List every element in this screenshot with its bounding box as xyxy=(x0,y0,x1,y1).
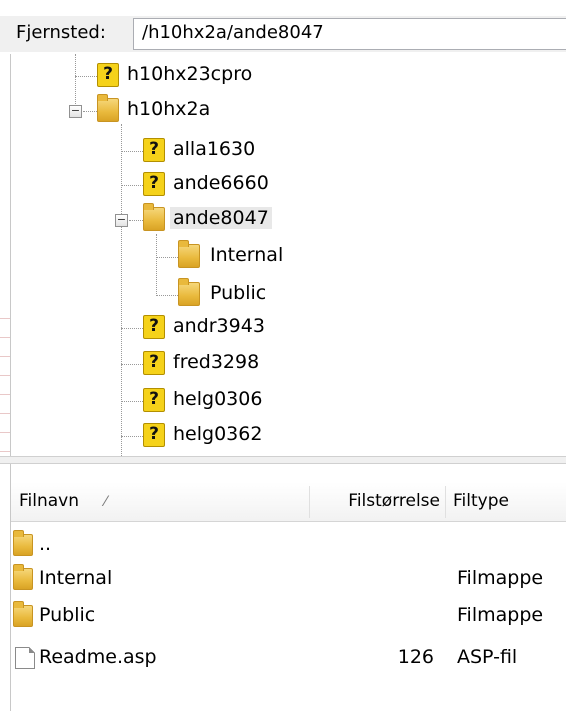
column-divider[interactable] xyxy=(445,486,446,518)
tree-connector-line xyxy=(156,234,157,296)
question-icon: ? xyxy=(143,423,165,447)
folder-icon xyxy=(13,564,33,590)
tree-connector-line xyxy=(75,76,97,77)
remote-directory-tree[interactable]: − − ? h10hx23cpro h10hx2a ? alla1630 ? a… xyxy=(10,54,566,456)
tree-node-label: fred3298 xyxy=(173,351,260,373)
file-row-readme[interactable]: Readme.asp 126 ASP-fil xyxy=(11,643,566,674)
collapse-toggle-ande8047[interactable]: − xyxy=(115,214,128,227)
remote-path-input[interactable]: /h10hx2a/ande8047 xyxy=(133,18,566,50)
tree-node-label: Public xyxy=(210,282,267,304)
file-row-public[interactable]: Public Filmappe xyxy=(11,601,566,632)
tree-node-label: h10hx23cpro xyxy=(127,63,253,85)
collapse-toggle-h10hx2a[interactable]: − xyxy=(69,105,82,118)
tree-connector-line xyxy=(121,328,143,329)
file-type: Filmappe xyxy=(457,567,544,589)
question-icon: ? xyxy=(143,315,165,339)
tree-connector-line xyxy=(121,151,143,152)
column-header-filesize-label: Filstørrelse xyxy=(348,491,440,511)
file-name: Internal xyxy=(39,567,113,589)
column-header-filesize[interactable]: Filstørrelse xyxy=(311,482,444,522)
file-name: Public xyxy=(39,604,96,626)
tree-connector-line xyxy=(121,364,143,365)
folder-icon xyxy=(178,240,200,268)
column-header-filename-label: Filnavn xyxy=(19,491,80,511)
tree-connector-line xyxy=(156,257,178,258)
tree-connector-line xyxy=(156,295,178,296)
tree-node-label: andr3943 xyxy=(173,315,265,337)
file-name: .. xyxy=(39,533,52,555)
file-row-parent[interactable]: .. xyxy=(11,530,566,561)
remote-file-list[interactable]: Filnavn ⁄ Filstørrelse Filtype .. Intern… xyxy=(10,464,566,711)
file-name: Readme.asp xyxy=(39,646,157,668)
folder-icon xyxy=(178,278,200,306)
tree-node-label: h10hx2a xyxy=(127,98,211,120)
tree-connector-line xyxy=(75,54,76,106)
tree-node-label: helg0306 xyxy=(173,388,263,410)
file-row-internal[interactable]: Internal Filmappe xyxy=(11,564,566,595)
tree-connector-line xyxy=(129,220,143,221)
tree-connector-line xyxy=(121,185,143,186)
background-window-edge xyxy=(0,300,10,460)
column-header-filetype[interactable]: Filtype xyxy=(453,482,566,522)
tree-connector-line xyxy=(83,111,97,112)
tree-connector-line xyxy=(121,124,122,456)
tree-node-label: ande6660 xyxy=(173,172,269,194)
pane-splitter[interactable] xyxy=(0,456,566,464)
column-header-filetype-label: Filtype xyxy=(453,491,509,511)
tree-node-label-selected: ande8047 xyxy=(170,207,272,229)
remote-site-label: Fjernsted: xyxy=(16,22,106,43)
column-header-filename[interactable]: Filnavn ⁄ xyxy=(19,482,309,522)
folder-icon xyxy=(97,94,119,122)
question-icon: ? xyxy=(143,172,165,196)
file-size: 126 xyxy=(397,646,434,668)
question-icon: ? xyxy=(143,388,165,412)
question-icon: ? xyxy=(143,138,165,162)
document-icon xyxy=(15,647,35,669)
tree-node-label: Internal xyxy=(210,244,284,266)
column-divider[interactable] xyxy=(309,486,310,518)
tree-node-label: alla1630 xyxy=(173,138,256,160)
file-type: ASP-fil xyxy=(457,646,518,668)
tree-connector-line xyxy=(121,436,143,437)
folder-icon xyxy=(143,203,165,231)
file-list-header: Filnavn ⁄ Filstørrelse Filtype xyxy=(11,482,566,522)
folder-icon xyxy=(13,601,33,627)
tree-node-label: helg0362 xyxy=(173,423,263,445)
tree-connector-line xyxy=(121,401,143,402)
folder-icon xyxy=(13,530,33,556)
question-icon: ? xyxy=(143,351,165,375)
file-type: Filmappe xyxy=(457,604,544,626)
remote-site-bar: Fjernsted: /h10hx2a/ande8047 xyxy=(0,16,566,52)
sort-indicator-icon: ⁄ xyxy=(104,494,107,510)
question-icon: ? xyxy=(97,63,119,87)
